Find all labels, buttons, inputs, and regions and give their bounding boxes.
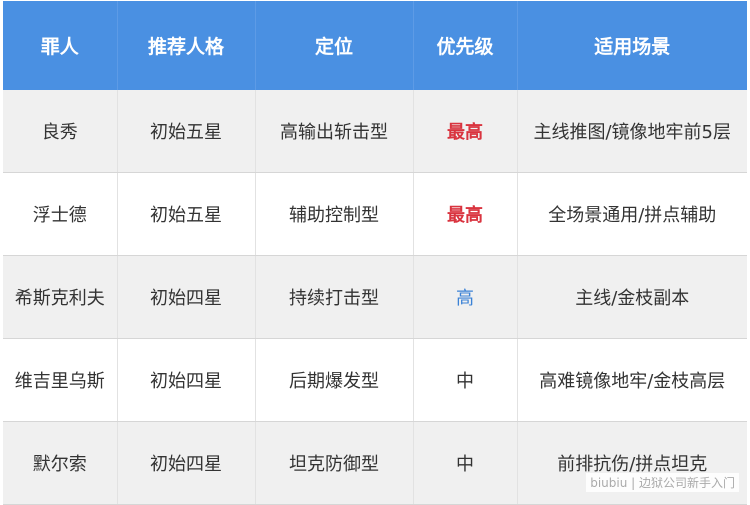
cell-role: 辅助控制型 <box>254 172 413 256</box>
cell-role: 高输出斩击型 <box>254 90 413 173</box>
cell-scenario: 高难镜像地牢/金枝高层 <box>516 338 747 422</box>
table-container: 罪人 推荐人格 定位 优先级 适用场景 良秀 初始五星 高输出斩击型 最高 主线… <box>3 1 747 505</box>
cell-sinner: 希斯克利夫 <box>3 255 117 339</box>
cell-sinner: 良秀 <box>3 90 117 173</box>
cell-persona: 初始四星 <box>116 338 255 422</box>
cell-priority: 中 <box>412 338 517 422</box>
cell-sinner: 默尔索 <box>3 421 117 505</box>
cell-priority: 中 <box>412 421 517 505</box>
table-header-row: 罪人 推荐人格 定位 优先级 适用场景 <box>3 1 747 90</box>
cell-persona: 初始四星 <box>116 421 255 505</box>
watermark-text: biubiu | 边狱公司新手入门 <box>586 473 739 492</box>
cell-priority: 最高 <box>412 172 517 256</box>
cell-sinner: 浮士德 <box>3 172 117 256</box>
cell-scenario: 主线推图/镜像地牢前5层 <box>516 90 747 173</box>
header-persona: 推荐人格 <box>116 1 255 90</box>
cell-priority: 最高 <box>412 90 517 173</box>
cell-role: 后期爆发型 <box>254 338 413 422</box>
header-sinner: 罪人 <box>3 1 117 90</box>
cell-role: 持续打击型 <box>254 255 413 339</box>
table-row: 希斯克利夫 初始四星 持续打击型 高 主线/金枝副本 <box>3 255 747 339</box>
cell-scenario: 前排抗伤/拼点坦克 <box>516 421 747 505</box>
cell-scenario: 全场景通用/拼点辅助 <box>516 172 747 256</box>
table-row: 浮士德 初始五星 辅助控制型 最高 全场景通用/拼点辅助 <box>3 172 747 256</box>
cell-persona: 初始四星 <box>116 255 255 339</box>
header-priority: 优先级 <box>412 1 517 90</box>
cell-scenario: 主线/金枝副本 <box>516 255 747 339</box>
table-row: 默尔索 初始四星 坦克防御型 中 前排抗伤/拼点坦克 <box>3 421 747 505</box>
cell-priority: 高 <box>412 255 517 339</box>
header-role: 定位 <box>254 1 413 90</box>
cell-persona: 初始五星 <box>116 90 255 173</box>
header-scenario: 适用场景 <box>516 1 747 90</box>
cell-sinner: 维吉里乌斯 <box>3 338 117 422</box>
cell-persona: 初始五星 <box>116 172 255 256</box>
table-row: 维吉里乌斯 初始四星 后期爆发型 中 高难镜像地牢/金枝高层 <box>3 338 747 422</box>
sinner-recommendation-table: 罪人 推荐人格 定位 优先级 适用场景 良秀 初始五星 高输出斩击型 最高 主线… <box>3 1 747 505</box>
cell-role: 坦克防御型 <box>254 421 413 505</box>
table-row: 良秀 初始五星 高输出斩击型 最高 主线推图/镜像地牢前5层 <box>3 90 747 173</box>
